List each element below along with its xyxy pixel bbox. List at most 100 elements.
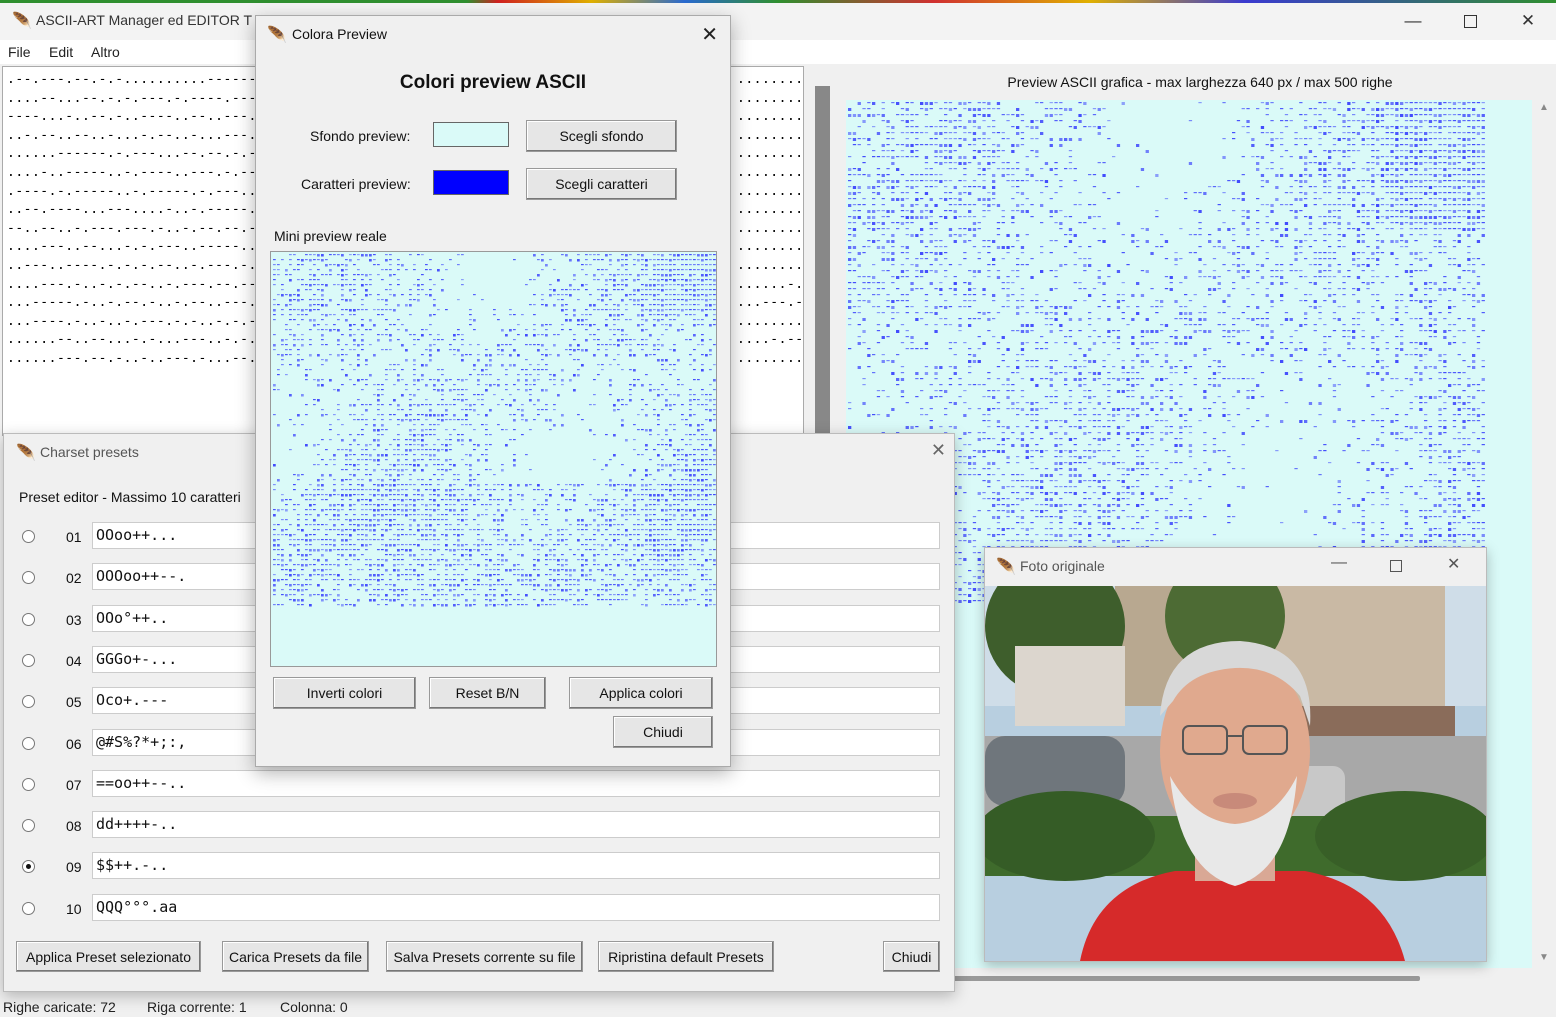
preset-radio[interactable]	[22, 860, 35, 874]
ascii-glyph	[1102, 426, 1106, 428]
ascii-glyph	[1323, 102, 1327, 104]
charset-close-icon[interactable]: ✕	[931, 440, 946, 461]
ascii-glyph	[982, 132, 986, 135]
ascii-glyph	[915, 372, 919, 375]
ascii-glyph	[1299, 192, 1303, 194]
ascii-glyph	[1318, 354, 1322, 356]
preset-radio[interactable]	[22, 819, 35, 833]
ascii-glyph	[1342, 120, 1346, 123]
preset-input[interactable]: $$++.-..	[92, 852, 940, 880]
ascii-glyph	[1289, 318, 1293, 321]
horizontal-scrollbar[interactable]	[950, 976, 1420, 981]
ascii-glyph	[1049, 420, 1053, 422]
ascii-glyph	[1078, 192, 1082, 194]
ascii-glyph	[910, 180, 914, 182]
preset-input[interactable]: QQQ°°°.aa	[92, 893, 940, 921]
ascii-glyph	[968, 102, 972, 104]
scegli-sfondo-button[interactable]: Scegli sfondo	[526, 120, 677, 152]
ascii-glyph	[1280, 270, 1284, 272]
ascii-glyph	[929, 312, 933, 314]
charset-close-button[interactable]: Chiudi	[883, 941, 940, 972]
ascii-glyph	[1121, 468, 1125, 470]
ascii-glyph	[1404, 150, 1409, 152]
ascii-glyph	[1140, 354, 1145, 356]
ascii-glyph	[1025, 426, 1029, 428]
ascii-glyph	[1376, 102, 1380, 104]
ascii-glyph	[1184, 198, 1188, 200]
minimize-button[interactable]: —	[1384, 3, 1442, 39]
scroll-up-icon[interactable]: ▲	[1539, 102, 1549, 113]
ascii-glyph	[1280, 324, 1284, 326]
apply-preset-button[interactable]: Applica Preset selezionato	[16, 941, 201, 972]
preset-radio[interactable]	[22, 901, 35, 915]
ascii-glyph	[891, 360, 895, 363]
ascii-glyph	[1145, 414, 1149, 416]
ascii-glyph	[1260, 396, 1265, 398]
load-presets-button[interactable]: Carica Presets da file	[222, 941, 369, 972]
menu-altro[interactable]: Altro	[91, 44, 120, 60]
preset-radio[interactable]	[22, 653, 35, 667]
editor-scrollbar[interactable]	[815, 86, 830, 436]
ascii-glyph	[1280, 234, 1284, 237]
ascii-glyph	[337, 284, 340, 286]
ascii-glyph	[1385, 174, 1389, 176]
ascii-glyph	[1409, 528, 1413, 530]
ascii-glyph	[905, 222, 909, 224]
ascii-glyph	[1443, 288, 1447, 291]
ascii-glyph	[929, 228, 933, 230]
ascii-glyph	[1366, 210, 1370, 212]
ascii-glyph	[1208, 330, 1212, 333]
ascii-glyph	[852, 288, 857, 290]
ascii-glyph	[1155, 330, 1159, 333]
ascii-glyph	[341, 264, 344, 266]
maximize-button[interactable]	[1441, 3, 1499, 39]
ascii-glyph	[972, 300, 977, 302]
scroll-down-icon[interactable]: ▼	[1539, 952, 1549, 963]
ascii-glyph	[629, 254, 632, 256]
preview-scrollbar[interactable]: ▲ ▼	[1535, 100, 1553, 968]
scegli-caratteri-button[interactable]: Scegli caratteri	[526, 168, 677, 200]
preset-radio[interactable]	[22, 530, 35, 543]
ascii-glyph	[905, 102, 909, 104]
ascii-glyph	[982, 156, 986, 158]
ascii-glyph	[992, 186, 996, 189]
ascii-glyph	[1203, 516, 1207, 518]
ascii-glyph	[1116, 144, 1121, 147]
ascii-glyph	[1227, 294, 1231, 297]
ascii-glyph	[1068, 474, 1073, 477]
ascii-glyph	[996, 522, 1001, 524]
preset-input[interactable]: dd++++-..	[92, 811, 940, 839]
ascii-glyph	[886, 360, 890, 362]
preset-radio[interactable]	[22, 695, 35, 709]
ascii-glyph	[862, 174, 866, 176]
ascii-glyph	[1428, 516, 1433, 518]
ascii-glyph	[1121, 492, 1125, 494]
preset-radio[interactable]	[22, 571, 35, 585]
menu-file[interactable]: File	[8, 44, 31, 60]
restore-presets-button[interactable]: Ripristina default Presets	[598, 941, 774, 972]
ascii-glyph	[685, 264, 688, 266]
ascii-glyph	[1078, 480, 1082, 483]
ascii-glyph	[1481, 120, 1485, 122]
preset-radio[interactable]	[22, 736, 35, 750]
ascii-glyph	[1294, 198, 1298, 201]
preset-input[interactable]: ==oo++--..	[92, 769, 940, 797]
ascii-glyph	[1428, 264, 1433, 267]
save-presets-button[interactable]: Salva Presets corrente su file	[386, 941, 583, 972]
preset-radio[interactable]	[22, 777, 35, 791]
ascii-glyph	[1395, 336, 1399, 338]
ascii-glyph	[1385, 498, 1389, 500]
preset-radio[interactable]	[22, 612, 35, 626]
ascii-glyph	[934, 324, 938, 326]
ascii-glyph	[1443, 120, 1447, 122]
colora-close-icon[interactable]: ✕	[701, 22, 718, 47]
close-button[interactable]: ✕	[1499, 3, 1556, 39]
ascii-glyph	[1044, 396, 1049, 398]
ascii-glyph	[1347, 180, 1351, 182]
menu-edit[interactable]: Edit	[49, 44, 73, 60]
ascii-glyph	[1102, 174, 1106, 177]
ascii-glyph	[1198, 318, 1202, 321]
ascii-glyph	[1467, 198, 1471, 201]
ascii-glyph	[948, 210, 953, 212]
ascii-glyph	[1448, 456, 1452, 459]
